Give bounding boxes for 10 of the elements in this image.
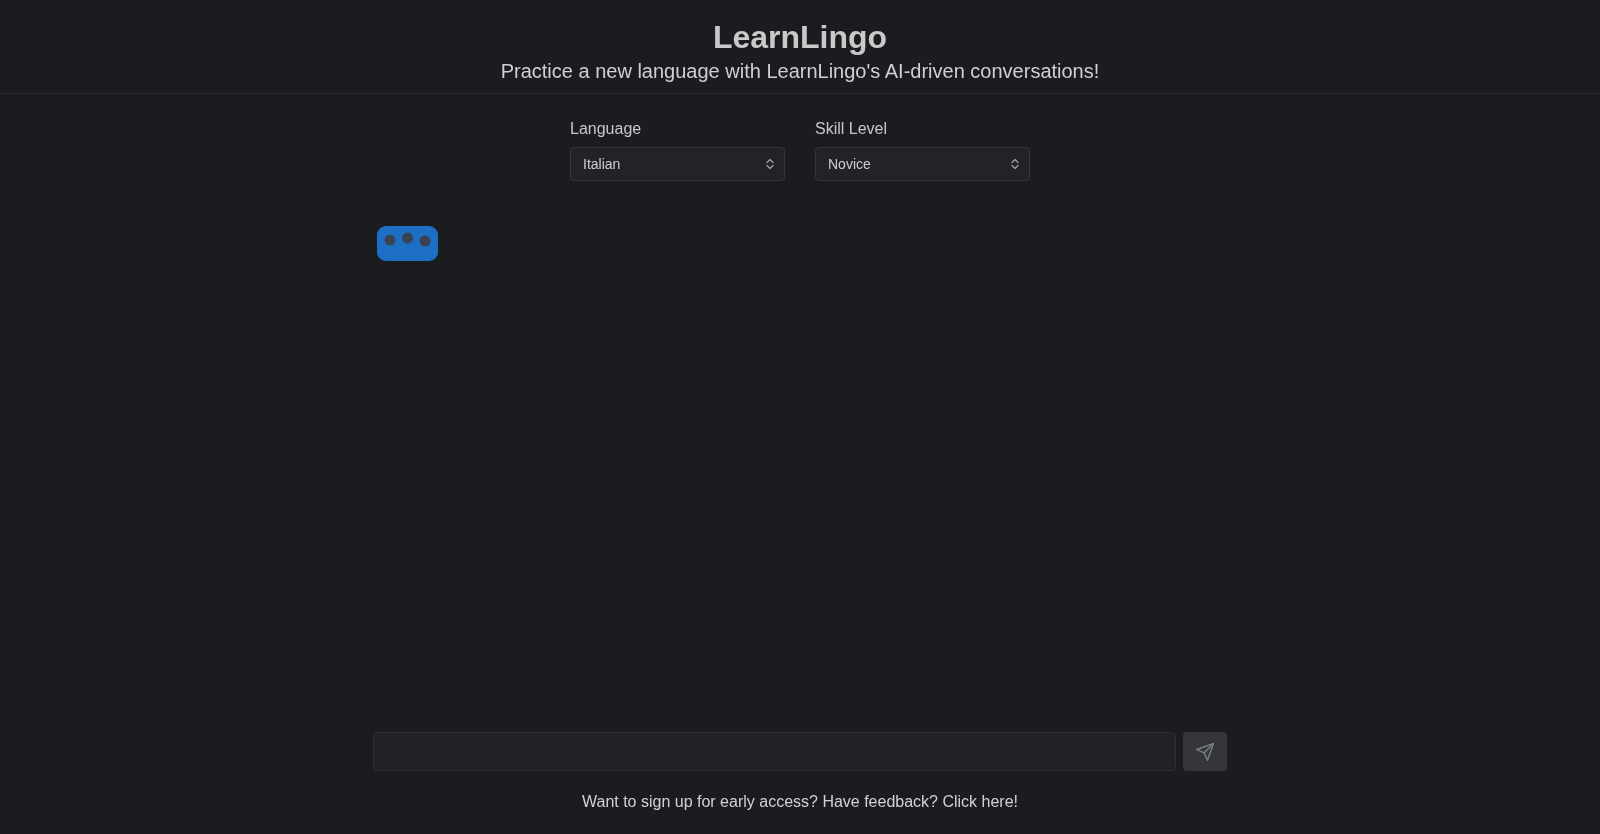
app-title: LearnLingo [712,18,888,57]
chevron-updown-icon [1011,158,1019,170]
app-subtitle: Practice a new language with LearnLingo's AI-driven conversations! [500,59,1100,84]
skill-level-select[interactable]: Novice [815,147,1030,181]
field-label: Language [570,119,643,139]
chevron-updown-icon [766,158,774,170]
feedback-link[interactable]: Want to sign up for early access? Have feedback? Click here! [581,790,1019,814]
send-icon [1195,741,1215,762]
language-select[interactable]: Italian [570,147,785,181]
field-label: Skill Level [815,119,889,139]
